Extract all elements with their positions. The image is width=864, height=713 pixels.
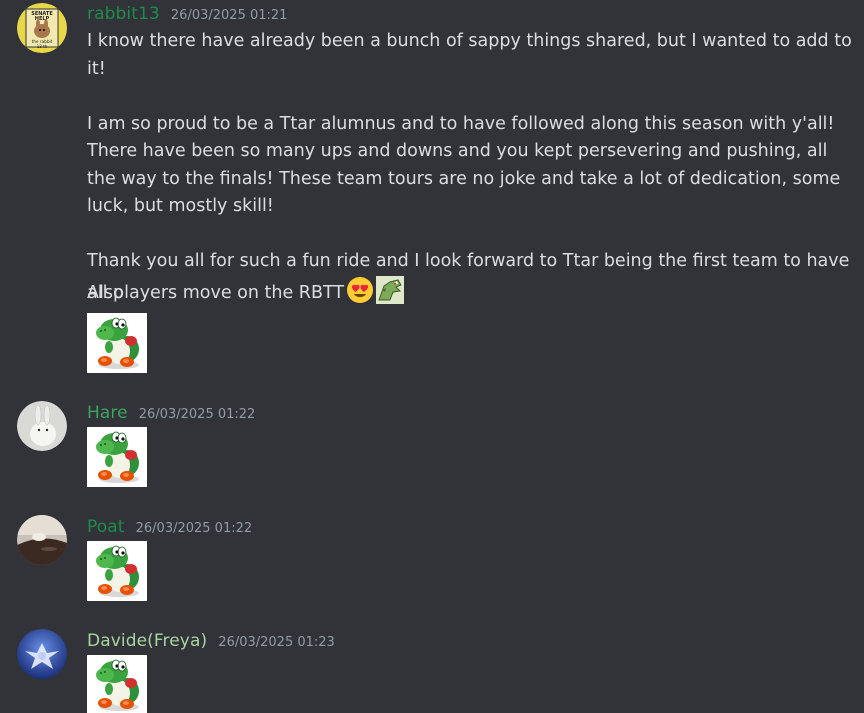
yoshi-sticker-icon bbox=[87, 313, 147, 373]
avatar[interactable]: SENATE HELP the rabbit 13 th bbox=[17, 3, 67, 53]
avatar[interactable] bbox=[17, 515, 67, 565]
freya-avatar-icon bbox=[17, 629, 67, 679]
avatar[interactable] bbox=[17, 629, 67, 679]
yoshi-sticker[interactable] bbox=[87, 541, 147, 601]
yoshi-sticker-icon bbox=[87, 655, 147, 713]
white-hare-avatar-icon bbox=[17, 401, 67, 451]
message-header: rabbit13 26/03/2025 01:21 bbox=[87, 2, 287, 26]
message-header: Hare 26/03/2025 01:22 bbox=[87, 401, 255, 425]
yoshi-sticker[interactable] bbox=[87, 427, 147, 487]
avatar-text: 13 th bbox=[37, 44, 48, 49]
message-paragraph: Also bbox=[87, 283, 124, 303]
message-header: Davide(Freya) 26/03/2025 01:23 bbox=[87, 629, 335, 653]
message-paragraph: I know there have already been a bunch o… bbox=[87, 31, 852, 79]
message-content: I know there have already been a bunch o… bbox=[87, 28, 857, 307]
message-content: Also bbox=[87, 280, 857, 308]
message-header: Poat 26/03/2025 01:22 bbox=[87, 515, 252, 539]
timestamp[interactable]: 26/03/2025 01:21 bbox=[171, 8, 288, 23]
username[interactable]: rabbit13 bbox=[87, 4, 160, 24]
chat-messages: SENATE HELP the rabbit 13 th rabbit13 26… bbox=[0, 0, 864, 713]
poat-avatar-icon bbox=[17, 515, 67, 565]
username[interactable]: Davide(Freya) bbox=[87, 631, 207, 651]
timestamp[interactable]: 26/03/2025 01:23 bbox=[218, 635, 335, 650]
yoshi-sticker[interactable] bbox=[87, 655, 147, 713]
username[interactable]: Poat bbox=[87, 517, 125, 537]
yoshi-sticker[interactable] bbox=[87, 313, 147, 373]
timestamp[interactable]: 26/03/2025 01:22 bbox=[139, 407, 256, 422]
yoshi-sticker-icon bbox=[87, 541, 147, 601]
timestamp[interactable]: 26/03/2025 01:22 bbox=[136, 521, 253, 536]
rabbit-logo-avatar-icon: SENATE HELP the rabbit 13 th bbox=[17, 3, 67, 53]
avatar[interactable] bbox=[17, 401, 67, 451]
username[interactable]: Hare bbox=[87, 403, 128, 423]
message-paragraph: I am so proud to be a Ttar alumnus and t… bbox=[87, 113, 841, 217]
yoshi-sticker-icon bbox=[87, 427, 147, 487]
